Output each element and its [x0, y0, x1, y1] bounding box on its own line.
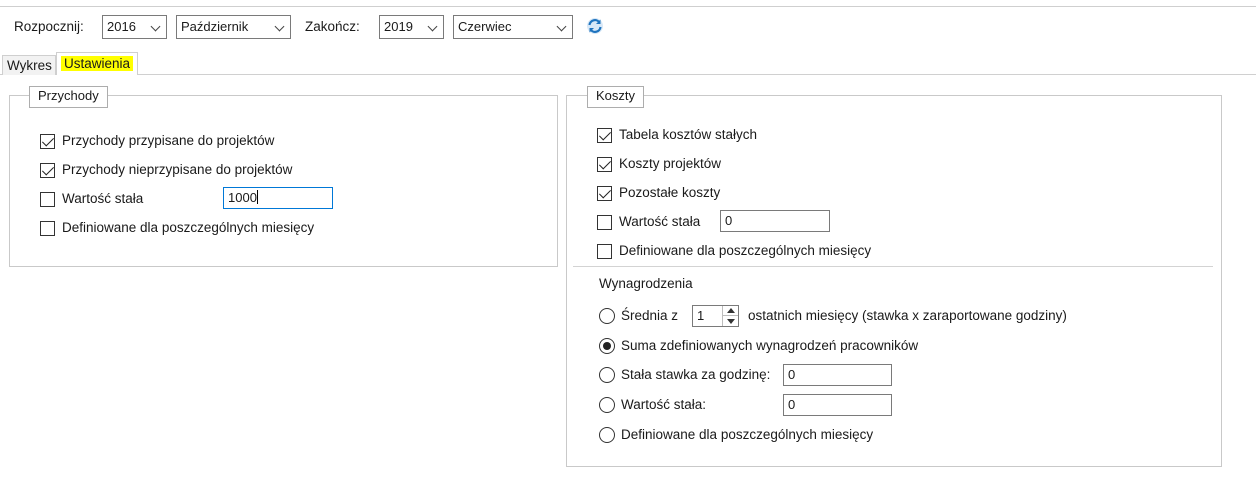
start-month-value: Październik [181, 19, 249, 34]
start-year-select[interactable]: 2016 [102, 15, 167, 39]
wynagrodzenia-suma-radio[interactable] [599, 338, 615, 354]
przychody-wartosc-stala-value: 1000 [228, 190, 257, 205]
przychody-wartosc-stala-checkbox[interactable] [40, 192, 55, 207]
koszty-miesiace-checkbox[interactable] [597, 244, 612, 259]
wynagrodzenia-stawka-input[interactable]: 0 [783, 364, 892, 386]
wynagrodzenia-stawka-label: Stała stawka za godzinę: [621, 367, 771, 382]
wynagrodzenia-title: Wynagrodzenia [599, 276, 693, 291]
koszty-miesiace-label: Definiowane dla poszczególnych miesięcy [619, 243, 872, 258]
end-label: Zakończ: [305, 19, 360, 34]
tab-wykres-label: Wykres [7, 58, 52, 73]
stepper-buttons [722, 306, 738, 326]
wynagrodzenia-wartosc-stala-radio[interactable] [599, 397, 615, 413]
stepper-up-button[interactable] [723, 306, 738, 316]
stepper-down-button[interactable] [723, 316, 738, 326]
koszty-pozostale-checkbox[interactable] [597, 186, 612, 201]
tab-wykres[interactable]: Wykres [2, 55, 56, 75]
wynagrodzenia-wartosc-stala-input[interactable]: 0 [783, 394, 892, 416]
przychody-group [9, 95, 558, 267]
koszty-pozostale-label: Pozostałe koszty [619, 185, 721, 200]
top-divider [0, 6, 1256, 7]
koszty-wartosc-stala-input[interactable]: 0 [720, 210, 830, 232]
start-month-select[interactable]: Październik [176, 15, 291, 39]
koszty-tabela-checkbox[interactable] [597, 128, 612, 143]
wynagrodzenia-miesiace-stepper[interactable]: 1 [692, 305, 739, 327]
przychody-nieprzypisane-checkbox[interactable] [40, 163, 55, 178]
wynagrodzenia-miesiace-value: 1 [697, 308, 705, 323]
przychody-legend: Przychody [29, 86, 108, 108]
koszty-legend: Koszty [587, 86, 645, 108]
text-caret [256, 190, 258, 204]
end-month-value: Czerwiec [458, 19, 512, 34]
wynagrodzenia-srednia-prefix: Średnia z [621, 308, 679, 323]
chevron-down-icon [556, 21, 567, 32]
wynagrodzenia-wartosc-stala-label: Wartość stała: [621, 397, 707, 412]
przychody-wartosc-stala-input[interactable]: 1000 [223, 187, 333, 209]
tab-ustawienia[interactable]: Ustawienia [56, 52, 138, 75]
end-year-value: 2019 [384, 19, 413, 34]
przychody-przypisane-label: Przychody przypisane do projektów [62, 133, 275, 148]
wynagrodzenia-suma-label: Suma zdefiniowanych wynagrodzeń pracowni… [621, 338, 919, 353]
koszty-wartosc-stala-label: Wartość stała [619, 214, 701, 229]
koszty-tabela-label: Tabela kosztów stałych [619, 127, 758, 142]
przychody-miesiace-checkbox[interactable] [40, 221, 55, 236]
wynagrodzenia-miesiace-label: Definiowane dla poszczególnych miesięcy [621, 427, 874, 442]
wynagrodzenia-srednia-radio[interactable] [599, 308, 615, 324]
przychody-nieprzypisane-label: Przychody nieprzypisane do projektów [62, 162, 293, 177]
chevron-down-icon [427, 21, 438, 32]
arrow-up-icon [726, 308, 735, 313]
refresh-icon[interactable] [586, 17, 604, 35]
tab-ustawienia-label: Ustawienia [61, 56, 134, 71]
koszty-separator [573, 266, 1213, 267]
wynagrodzenia-wartosc-stala-value: 0 [788, 397, 796, 412]
tabs-divider [0, 74, 1256, 75]
przychody-przypisane-checkbox[interactable] [40, 134, 55, 149]
koszty-projektow-label: Koszty projektów [619, 156, 722, 171]
wynagrodzenia-stawka-radio[interactable] [599, 367, 615, 383]
przychody-miesiace-label: Definiowane dla poszczególnych miesięcy [62, 220, 315, 235]
chevron-down-icon [150, 21, 161, 32]
wynagrodzenia-stawka-value: 0 [788, 367, 796, 382]
koszty-wartosc-stala-value: 0 [725, 213, 733, 228]
chevron-down-icon [274, 21, 285, 32]
przychody-wartosc-stala-label: Wartość stała [62, 191, 144, 206]
end-month-select[interactable]: Czerwiec [453, 15, 573, 39]
wynagrodzenia-miesiace-radio[interactable] [599, 427, 615, 443]
start-label: Rozpocznij: [14, 19, 84, 34]
koszty-projektow-checkbox[interactable] [597, 157, 612, 172]
start-year-value: 2016 [107, 19, 136, 34]
arrow-down-icon [726, 318, 735, 324]
wynagrodzenia-srednia-suffix: ostatnich miesięcy (stawka x zaraportowa… [748, 308, 1067, 323]
koszty-wartosc-stala-checkbox[interactable] [597, 215, 612, 230]
end-year-select[interactable]: 2019 [379, 15, 444, 39]
